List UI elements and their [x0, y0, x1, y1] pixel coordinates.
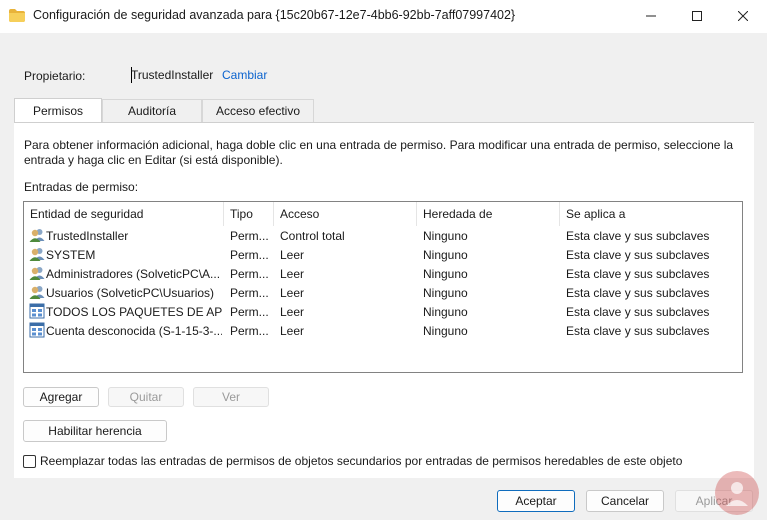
- add-button[interactable]: Agregar: [23, 387, 99, 407]
- table-cell: Cuenta desconocida (S-1-15-3-...: [46, 323, 222, 338]
- column-header-principal[interactable]: Entidad de seguridad: [24, 202, 224, 226]
- remove-button[interactable]: Quitar: [108, 387, 184, 407]
- table-cell: Ninguno: [423, 285, 468, 300]
- close-button[interactable]: [720, 0, 766, 31]
- table-cell: Administradores (SolveticPC\A...: [46, 266, 221, 281]
- window-title: Configuración de seguridad avanzada para…: [33, 8, 516, 22]
- user-group-icon: [29, 227, 45, 243]
- title-bar: Configuración de seguridad avanzada para…: [0, 0, 767, 33]
- column-header-type[interactable]: Tipo: [224, 202, 274, 226]
- table-cell: Esta clave y sus subclaves: [566, 285, 710, 300]
- table-cell: TODOS LOS PAQUETES DE APLI...: [46, 304, 222, 319]
- column-header-applies-to[interactable]: Se aplica a: [560, 202, 742, 226]
- info-text: Para obtener información adicional, haga…: [24, 138, 734, 167]
- watermark-logo-icon: [715, 471, 759, 515]
- table-cell: Perm...: [230, 285, 269, 300]
- user-group-icon: [29, 284, 45, 300]
- maximize-button[interactable]: [674, 0, 720, 31]
- table-cell: Esta clave y sus subclaves: [566, 228, 710, 243]
- user-group-icon: [29, 246, 45, 262]
- owner-value: TrustedInstaller: [131, 68, 214, 82]
- table-cell: Esta clave y sus subclaves: [566, 304, 710, 319]
- table-cell: Ninguno: [423, 304, 468, 319]
- app-package-icon: [29, 322, 45, 338]
- table-cell: Leer: [280, 323, 305, 338]
- table-cell: Esta clave y sus subclaves: [566, 323, 710, 338]
- table-cell: Leer: [280, 304, 305, 319]
- permission-entries-list[interactable]: Entidad de seguridad Tipo Acceso Heredad…: [23, 201, 743, 373]
- table-cell: Perm...: [230, 304, 269, 319]
- table-cell: Perm...: [230, 228, 269, 243]
- table-cell: Ninguno: [423, 247, 468, 262]
- table-cell: Usuarios (SolveticPC\Usuarios): [46, 285, 215, 300]
- maximize-icon: [692, 10, 702, 21]
- owner-label: Propietario:: [24, 69, 86, 83]
- replace-entries-checkbox[interactable]: [23, 454, 36, 468]
- table-cell: Leer: [280, 266, 305, 281]
- table-cell: Ninguno: [423, 266, 468, 281]
- close-icon: [738, 10, 748, 21]
- app-package-icon: [29, 303, 45, 319]
- table-cell: SYSTEM: [46, 247, 96, 262]
- table-row[interactable]: TrustedInstaller Perm... Control total Ning…: [24, 226, 742, 245]
- table-row[interactable]: Usuarios (SolveticPC\Usuarios) Perm... Lee…: [24, 283, 742, 302]
- table-cell: TrustedInstaller: [46, 228, 129, 243]
- folder-icon: [9, 9, 25, 22]
- table-row[interactable]: Administradores (SolveticPC\A... Perm... L…: [24, 264, 742, 283]
- tab-permissions[interactable]: Permisos: [14, 98, 102, 122]
- table-cell: Ninguno: [423, 323, 468, 338]
- tab-effective-access[interactable]: Acceso efectivo: [202, 99, 314, 122]
- change-owner-link[interactable]: Cambiar: [222, 68, 267, 82]
- table-cell: Perm...: [230, 247, 269, 262]
- table-row[interactable]: Cuenta desconocida (S-1-15-3-... Perm... L…: [24, 321, 742, 340]
- list-header: Entidad de seguridad Tipo Acceso Heredad…: [24, 202, 742, 226]
- view-button[interactable]: Ver: [193, 387, 269, 407]
- table-cell: Esta clave y sus subclaves: [566, 247, 710, 262]
- tab-auditing[interactable]: Auditoría: [102, 99, 202, 122]
- user-group-icon: [29, 265, 45, 281]
- minimize-icon: [646, 15, 656, 16]
- table-cell: Leer: [280, 247, 305, 262]
- table-row[interactable]: TODOS LOS PAQUETES DE APLI... Perm... Leer…: [24, 302, 742, 321]
- table-cell: Leer: [280, 285, 305, 300]
- minimize-button[interactable]: [628, 0, 674, 31]
- table-cell: Ninguno: [423, 228, 468, 243]
- table-cell: Perm...: [230, 266, 269, 281]
- table-row[interactable]: SYSTEM Perm... Leer Ninguno Esta clave y sus…: [24, 245, 742, 264]
- column-header-access[interactable]: Acceso: [274, 202, 417, 226]
- table-cell: Perm...: [230, 323, 269, 338]
- column-header-inherited-from[interactable]: Heredada de: [417, 202, 560, 226]
- replace-entries-label: Reemplazar todas las entradas de permiso…: [40, 454, 683, 468]
- ok-button[interactable]: Aceptar: [497, 490, 575, 512]
- table-cell: Control total: [280, 228, 345, 243]
- replace-entries-option[interactable]: Reemplazar todas las entradas de permiso…: [23, 454, 682, 468]
- enable-inheritance-button[interactable]: Habilitar herencia: [23, 420, 167, 442]
- permission-entries-label: Entradas de permiso:: [24, 180, 139, 194]
- cancel-button[interactable]: Cancelar: [586, 490, 664, 512]
- table-cell: Esta clave y sus subclaves: [566, 266, 710, 281]
